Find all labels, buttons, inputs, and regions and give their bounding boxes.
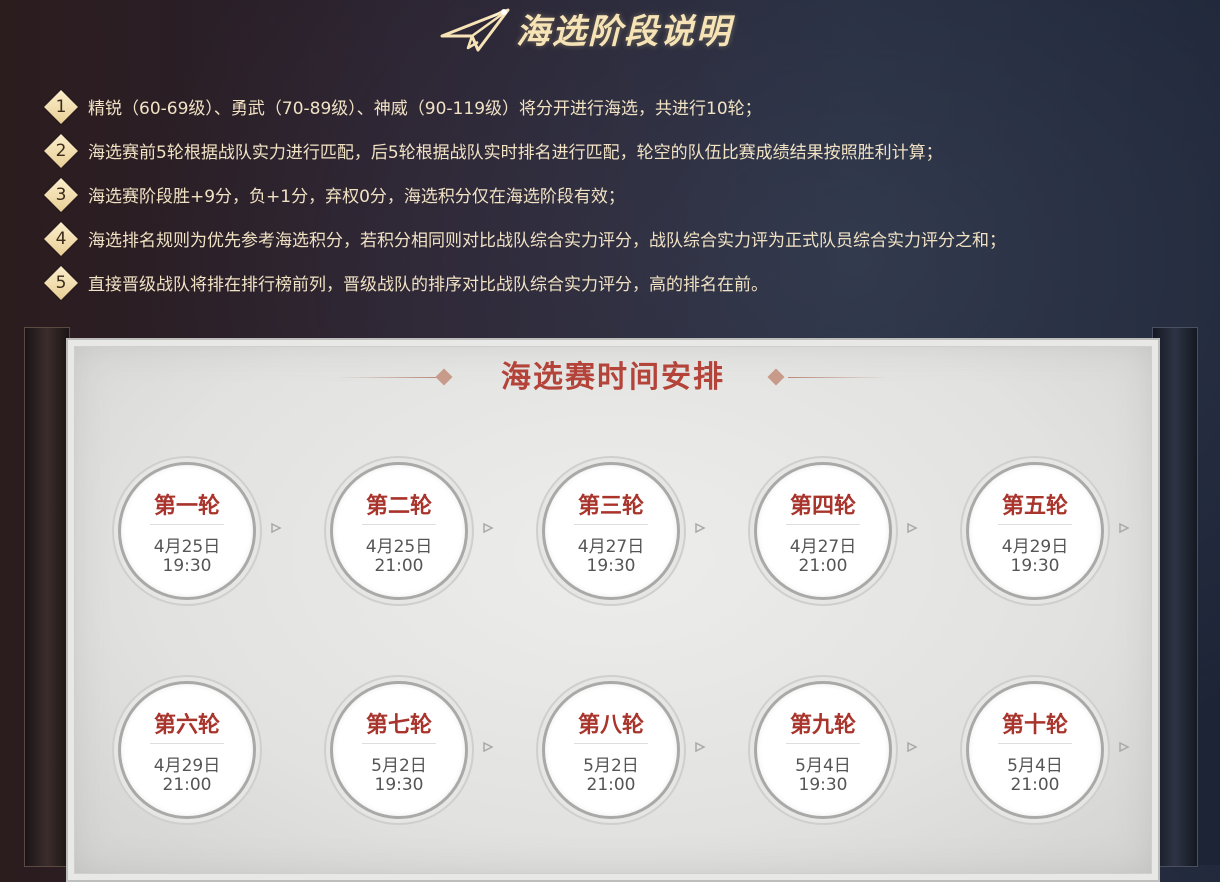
round-time: 21:00 — [798, 556, 848, 576]
rule-text: 精锐（60-69级）、勇武（70-89级）、神威（90-119级）将分开进行海选… — [88, 99, 762, 119]
round-time: 21:00 — [162, 775, 212, 795]
round-date: 5月2日 — [371, 756, 427, 776]
round-name: 第十轮 — [1001, 713, 1068, 738]
round-name: 第三轮 — [577, 494, 644, 519]
rule-number-badge: 5 — [44, 266, 78, 300]
round-time: 19:30 — [586, 556, 636, 576]
round-date: 4月27日 — [789, 537, 857, 557]
rule-number-badge: 3 — [44, 178, 78, 212]
round-name: 第六轮 — [153, 713, 220, 738]
arrow-right-icon — [695, 741, 706, 753]
round-name: 第五轮 — [1001, 494, 1068, 519]
round-card: 第九轮 5月4日 19:30 — [748, 675, 898, 825]
rule-item: 3 海选赛阶段胜+9分，负+1分，弃权0分，海选积分仅在海选阶段有效； — [44, 176, 1204, 220]
round-name: 第七轮 — [365, 713, 432, 738]
round-name: 第一轮 — [153, 494, 220, 519]
rule-item: 5 直接晋级战队将排在排行榜前列，晋级战队的排序对比战队综合实力评分，高的排名在… — [44, 264, 1204, 308]
round-name: 第四轮 — [789, 494, 856, 519]
round-time: 19:30 — [162, 556, 212, 576]
rule-item: 1 精锐（60-69级）、勇武（70-89级）、神威（90-119级）将分开进行… — [44, 88, 1204, 132]
schedule-header: 海选赛时间安排 — [68, 358, 1158, 398]
rule-number-badge: 1 — [44, 90, 78, 124]
header: 海选阶段说明 — [0, 0, 1220, 60]
round-date: 5月2日 — [583, 756, 639, 776]
rule-item: 4 海选排名规则为优先参考海选积分，若积分相同则对比战队综合实力评分，战队综合实… — [44, 220, 1204, 264]
round-time: 19:30 — [798, 775, 848, 795]
rule-text: 海选赛前5轮根据战队实力进行匹配，后5轮根据战队实时排名进行匹配，轮空的队伍比赛… — [88, 143, 943, 163]
rule-text: 海选排名规则为优先参考海选积分，若积分相同则对比战队综合实力评分，战队综合实力评… — [88, 231, 1006, 251]
schedule-title: 海选赛时间安排 — [501, 360, 725, 395]
round-time: 21:00 — [1010, 775, 1060, 795]
round-card: 第一轮 4月25日 19:30 — [112, 456, 262, 606]
rule-number-badge: 2 — [44, 134, 78, 168]
round-date: 5月4日 — [795, 756, 851, 776]
arrow-right-icon — [483, 522, 494, 534]
divider-line — [788, 377, 888, 378]
round-card: 第三轮 4月27日 19:30 — [536, 456, 686, 606]
round-name: 第九轮 — [789, 713, 856, 738]
round-card: 第十轮 5月4日 21:00 — [960, 675, 1110, 825]
rule-number-badge: 4 — [44, 222, 78, 256]
round-date: 4月25日 — [365, 537, 433, 557]
schedule-panel: 海选赛时间安排 第一轮 4月25日 19:30 第二轮 4月25日 21:00 … — [66, 338, 1160, 882]
round-date: 4月25日 — [153, 537, 221, 557]
arrow-right-icon — [1119, 741, 1130, 753]
round-date: 4月27日 — [577, 537, 645, 557]
paper-plane-icon — [440, 8, 510, 52]
rule-text: 直接晋级战队将排在排行榜前列，晋级战队的排序对比战队综合实力评分，高的排名在前。 — [88, 275, 768, 295]
arrow-right-icon — [695, 522, 706, 534]
arrow-right-icon — [907, 741, 918, 753]
round-date: 4月29日 — [1001, 537, 1069, 557]
round-time: 21:00 — [586, 775, 636, 795]
round-name: 第二轮 — [365, 494, 432, 519]
page-title: 海选阶段说明 — [516, 12, 732, 52]
round-name: 第八轮 — [577, 713, 644, 738]
rules-list: 1 精锐（60-69级）、勇武（70-89级）、神威（90-119级）将分开进行… — [44, 88, 1204, 308]
round-date: 5月4日 — [1007, 756, 1063, 776]
arrow-right-icon — [483, 741, 494, 753]
round-time: 19:30 — [1010, 556, 1060, 576]
round-card: 第四轮 4月27日 21:00 — [748, 456, 898, 606]
rule-text: 海选赛阶段胜+9分，负+1分，弃权0分，海选积分仅在海选阶段有效； — [88, 187, 625, 207]
round-card: 第六轮 4月29日 21:00 — [112, 675, 262, 825]
scroll-roller-left — [24, 327, 70, 867]
arrow-right-icon — [1119, 522, 1130, 534]
round-time: 21:00 — [374, 556, 424, 576]
round-card: 第五轮 4月29日 19:30 — [960, 456, 1110, 606]
round-time: 19:30 — [374, 775, 424, 795]
rule-item: 2 海选赛前5轮根据战队实力进行匹配，后5轮根据战队实时排名进行匹配，轮空的队伍… — [44, 132, 1204, 176]
arrow-right-icon — [907, 522, 918, 534]
round-date: 4月29日 — [153, 756, 221, 776]
round-card: 第八轮 5月2日 21:00 — [536, 675, 686, 825]
round-card: 第七轮 5月2日 19:30 — [324, 675, 474, 825]
round-card: 第二轮 4月25日 21:00 — [324, 456, 474, 606]
arrow-right-icon — [271, 522, 282, 534]
